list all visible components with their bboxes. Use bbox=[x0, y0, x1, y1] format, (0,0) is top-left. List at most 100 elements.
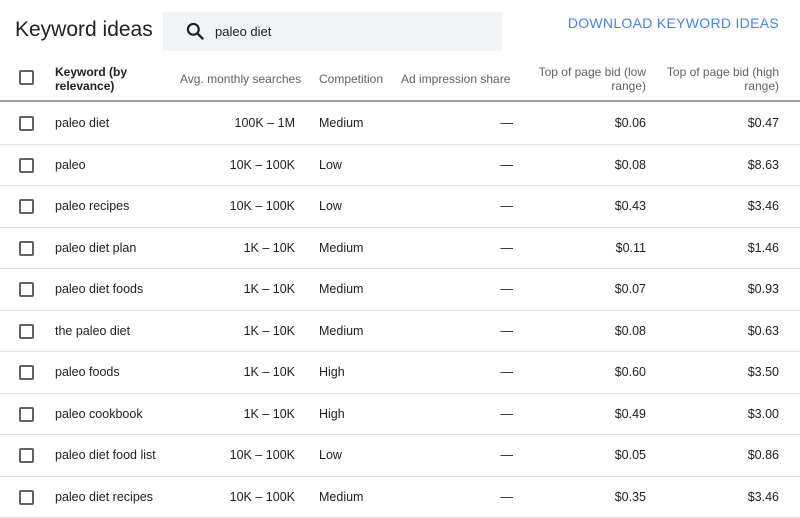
bid-low-cell: $0.11 bbox=[615, 240, 646, 255]
keyword-cell: paleo diet foods bbox=[55, 282, 144, 296]
column-header-keyword[interactable]: Keyword (by relevance) bbox=[55, 65, 127, 93]
keyword-cell: paleo bbox=[55, 157, 86, 172]
competition-cell: Low bbox=[319, 157, 342, 172]
table-row[interactable]: the paleo diet 1K – 10K Medium — $0.08 $… bbox=[0, 311, 800, 352]
table-row[interactable]: paleo diet 100K – 1M Medium — $0.06 $0.4… bbox=[0, 103, 800, 145]
bid-high-cell: $3.46 bbox=[747, 199, 779, 213]
column-header-bid-low-line1: Top of page bid (low bbox=[538, 65, 646, 79]
bid-high-cell: $0.63 bbox=[747, 323, 779, 338]
keyword-cell: paleo diet food list bbox=[55, 448, 156, 462]
searches-cell: 10K – 100K bbox=[229, 199, 295, 213]
row-checkbox[interactable] bbox=[19, 157, 34, 173]
bid-low-cell: $0.07 bbox=[614, 282, 646, 296]
competition-cell: Medium bbox=[319, 489, 364, 504]
bid-low-cell: $0.43 bbox=[614, 199, 646, 213]
impression-cell: — bbox=[500, 157, 514, 172]
searches-cell: 1K – 10K bbox=[243, 365, 295, 379]
column-header-bid-high-line1: Top of page bid (high bbox=[666, 65, 779, 79]
keyword-cell: paleo diet recipes bbox=[55, 489, 153, 504]
table-row[interactable]: paleo cookbook 1K – 10K High — $0.49 $3.… bbox=[0, 394, 800, 435]
keyword-cell: paleo cookbook bbox=[55, 406, 143, 421]
competition-cell: High bbox=[319, 365, 345, 379]
row-checkbox[interactable] bbox=[19, 240, 34, 256]
column-header-bid-high[interactable]: Top of page bid (high range) bbox=[667, 65, 779, 93]
impression-cell: — bbox=[500, 116, 514, 130]
row-checkbox[interactable] bbox=[19, 365, 34, 380]
impression-cell: — bbox=[500, 448, 514, 462]
bid-low-cell: $0.05 bbox=[614, 448, 646, 462]
bid-high-cell: $3.46 bbox=[747, 489, 779, 504]
column-header-competition[interactable]: Competition bbox=[319, 72, 383, 86]
searches-cell: 10K – 100K bbox=[229, 448, 295, 462]
page-title: Keyword ideas bbox=[15, 18, 153, 41]
bid-low-cell: $0.49 bbox=[614, 406, 646, 421]
table-header: Keyword (by relevance) Avg. monthly sear… bbox=[0, 58, 800, 102]
search-input[interactable] bbox=[215, 20, 485, 42]
searches-cell: 1K – 10K bbox=[243, 323, 295, 338]
impression-cell: — bbox=[500, 406, 514, 421]
impression-cell: — bbox=[500, 282, 514, 296]
row-checkbox[interactable] bbox=[19, 199, 34, 214]
column-header-bid-high-line2: range) bbox=[744, 79, 779, 93]
keyword-table: paleo diet 100K – 1M Medium — $0.06 $0.4… bbox=[0, 103, 800, 518]
keyword-cell: paleo diet bbox=[55, 116, 110, 130]
bid-high-cell: $3.50 bbox=[747, 365, 779, 379]
table-row[interactable]: paleo diet foods 1K – 10K Medium — $0.07… bbox=[0, 269, 800, 311]
table-row[interactable]: paleo diet plan 1K – 10K Medium — $0.11 … bbox=[0, 228, 800, 269]
bid-high-cell: $0.86 bbox=[747, 448, 779, 462]
bid-high-cell: $8.63 bbox=[747, 157, 779, 172]
bid-low-cell: $0.08 bbox=[614, 323, 646, 338]
competition-cell: High bbox=[319, 406, 345, 421]
bid-low-cell: $0.35 bbox=[614, 489, 646, 504]
competition-cell: Medium bbox=[319, 240, 364, 255]
keyword-cell: the paleo diet bbox=[55, 323, 131, 338]
competition-cell: Low bbox=[319, 199, 342, 213]
row-checkbox[interactable] bbox=[19, 406, 34, 422]
bid-high-cell: $0.47 bbox=[747, 116, 779, 130]
searches-cell: 1K – 10K bbox=[243, 282, 295, 296]
competition-cell: Medium bbox=[319, 282, 364, 296]
table-row[interactable]: paleo diet recipes 10K – 100K Medium — $… bbox=[0, 477, 800, 518]
impression-cell: — bbox=[500, 323, 514, 338]
bid-low-cell: $0.08 bbox=[614, 157, 646, 172]
searches-cell: 100K – 1M bbox=[234, 116, 295, 130]
searches-cell: 10K – 100K bbox=[229, 489, 295, 504]
column-header-searches[interactable]: Avg. monthly searches bbox=[180, 72, 301, 86]
bid-high-cell: $0.93 bbox=[747, 282, 779, 296]
bid-high-cell: $1.46 bbox=[747, 240, 779, 255]
keyword-cell: paleo foods bbox=[55, 365, 120, 379]
column-header-bid-low[interactable]: Top of page bid (low range) bbox=[539, 65, 646, 93]
impression-cell: — bbox=[500, 199, 514, 213]
bid-low-cell: $0.60 bbox=[614, 365, 646, 379]
bid-high-cell: $3.00 bbox=[747, 406, 779, 421]
row-checkbox[interactable] bbox=[19, 448, 34, 463]
search-box[interactable] bbox=[163, 12, 502, 51]
keyword-cell: paleo diet plan bbox=[55, 240, 137, 255]
impression-cell: — bbox=[500, 365, 514, 379]
row-checkbox[interactable] bbox=[19, 282, 34, 297]
table-row[interactable]: paleo diet food list 10K – 100K Low — $0… bbox=[0, 435, 800, 477]
bid-low-cell: $0.06 bbox=[614, 116, 646, 130]
searches-cell: 10K – 100K bbox=[229, 157, 295, 172]
searches-cell: 1K – 10K bbox=[243, 240, 295, 255]
column-header-bid-low-line2: range) bbox=[611, 79, 646, 93]
column-header-keyword-line2: relevance) bbox=[55, 79, 115, 93]
impression-cell: — bbox=[500, 240, 514, 255]
download-keyword-ideas-button[interactable]: DOWNLOAD KEYWORD IDEAS bbox=[568, 15, 779, 31]
impression-cell: — bbox=[500, 489, 514, 504]
table-row[interactable]: paleo 10K – 100K Low — $0.08 $8.63 bbox=[0, 145, 800, 186]
keyword-cell: paleo recipes bbox=[55, 199, 130, 213]
table-row[interactable]: paleo recipes 10K – 100K Low — $0.43 $3.… bbox=[0, 186, 800, 228]
search-icon[interactable] bbox=[185, 21, 205, 41]
column-header-keyword-line1: Keyword (by bbox=[55, 65, 128, 79]
competition-cell: Medium bbox=[319, 116, 364, 130]
column-header-impression-share[interactable]: Ad impression share bbox=[401, 72, 510, 86]
row-checkbox[interactable] bbox=[19, 116, 34, 131]
competition-cell: Medium bbox=[319, 323, 364, 338]
select-all-checkbox[interactable] bbox=[19, 70, 34, 85]
searches-cell: 1K – 10K bbox=[243, 406, 295, 421]
row-checkbox[interactable] bbox=[19, 323, 34, 339]
table-row[interactable]: paleo foods 1K – 10K High — $0.60 $3.50 bbox=[0, 352, 800, 394]
competition-cell: Low bbox=[319, 448, 342, 462]
row-checkbox[interactable] bbox=[19, 489, 34, 505]
